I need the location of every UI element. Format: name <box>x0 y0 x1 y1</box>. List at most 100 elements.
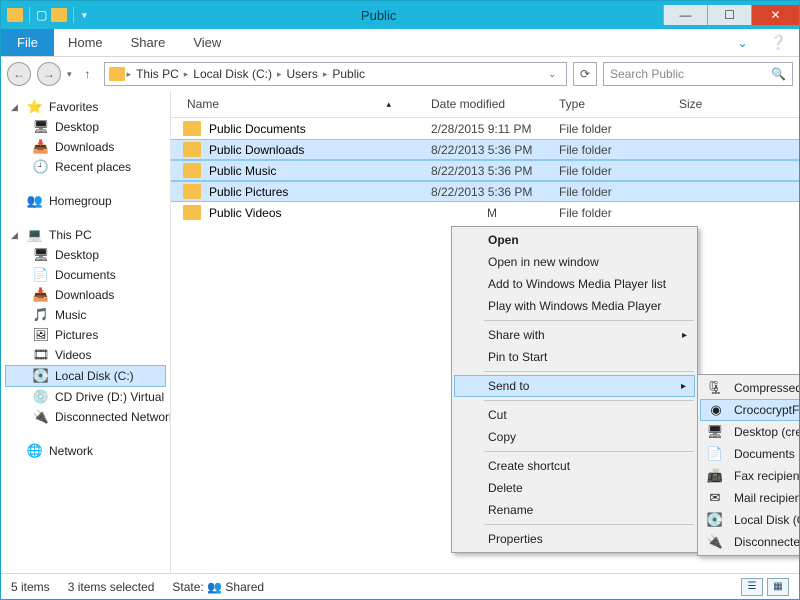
sendto-documents[interactable]: 📄Documents <box>700 443 799 465</box>
disk-icon: 💽 <box>706 511 724 529</box>
folder-icon <box>183 205 201 220</box>
menu-rename[interactable]: Rename <box>454 499 695 521</box>
sendto-disconnected[interactable]: 🔌Disconnected Network Drive (E:) <box>700 531 799 553</box>
file-list: Public Documents2/28/2015 9:11 PMFile fo… <box>171 118 799 573</box>
menu-send-to[interactable]: Send to▸ <box>454 375 695 397</box>
crumb-public[interactable]: Public <box>329 67 368 81</box>
sendto-mail[interactable]: ✉Mail recipient <box>700 487 799 509</box>
submenu-arrow-icon: ▸ <box>682 330 687 341</box>
sidebar-favorites[interactable]: ◢⭐Favorites <box>5 97 166 117</box>
sidebar-item-downloads[interactable]: 📥Downloads <box>5 285 166 305</box>
menu-share-with[interactable]: Share with▸ <box>454 324 695 346</box>
sidebar-homegroup[interactable]: 👥Homegroup <box>5 191 166 211</box>
sendto-fax[interactable]: 📠Fax recipient <box>700 465 799 487</box>
sidebar-network[interactable]: 🌐Network <box>5 441 166 461</box>
sidebar-item-downloads[interactable]: 📥Downloads <box>5 137 166 157</box>
menu-copy[interactable]: Copy <box>454 426 695 448</box>
sidebar-item-local-disk[interactable]: 💽Local Disk (C:) <box>5 365 166 387</box>
window-title: Public <box>94 8 663 23</box>
minimize-button[interactable]: — <box>663 5 707 25</box>
tab-home[interactable]: Home <box>54 29 117 56</box>
sidebar-item-recent[interactable]: 🕘Recent places <box>5 157 166 177</box>
up-button[interactable]: ↑ <box>78 64 98 84</box>
address-bar[interactable]: ▸ This PC ▸ Local Disk (C:) ▸ Users ▸ Pu… <box>104 62 567 86</box>
file-row[interactable]: Public Music8/22/2013 5:36 PMFile folder <box>171 160 799 181</box>
sendto-desktop[interactable]: 🖥Desktop (create shortcut) <box>700 421 799 443</box>
documents-icon: 📄 <box>33 267 49 283</box>
search-input[interactable]: Search Public 🔍 <box>603 62 793 86</box>
maximize-button[interactable]: ☐ <box>707 5 751 25</box>
chevron-right-icon[interactable]: ▸ <box>182 69 191 80</box>
sendto-zip[interactable]: 🗜Compressed (zipped) folder <box>700 377 799 399</box>
chevron-right-icon[interactable]: ▸ <box>321 69 330 80</box>
sidebar-item-music[interactable]: 🎵Music <box>5 305 166 325</box>
properties-icon[interactable]: ▢ <box>36 8 47 22</box>
sidebar-item-videos[interactable]: 🎞Videos <box>5 345 166 365</box>
column-name[interactable]: Name▴ <box>171 97 431 111</box>
menu-play-wmp[interactable]: Play with Windows Media Player <box>454 295 695 317</box>
folder-icon <box>109 67 125 81</box>
sidebar-item-documents[interactable]: 📄Documents <box>5 265 166 285</box>
sidebar-item-desktop[interactable]: 🖥Desktop <box>5 245 166 265</box>
videos-icon: 🎞 <box>33 347 49 363</box>
view-icons-button[interactable]: ▦ <box>767 578 789 596</box>
file-row[interactable]: Public VideosMFile folder <box>171 202 799 223</box>
sendto-crococrypt[interactable]: ◉CrococryptFile <box>700 399 799 421</box>
crococrypt-icon: ◉ <box>707 401 725 419</box>
separator <box>484 451 694 452</box>
help-icon[interactable]: ❔ <box>758 34 799 51</box>
file-row[interactable]: Public Pictures8/22/2013 5:36 PMFile fol… <box>171 181 799 202</box>
chevron-right-icon[interactable]: ▸ <box>125 69 134 80</box>
refresh-button[interactable]: ⟳ <box>573 62 597 86</box>
collapse-icon[interactable]: ◢ <box>11 102 21 113</box>
sidebar-item-cd-drive[interactable]: 💿CD Drive (D:) Virtual <box>5 387 166 407</box>
column-date[interactable]: Date modified <box>431 97 559 111</box>
menu-add-wmp[interactable]: Add to Windows Media Player list <box>454 273 695 295</box>
menu-delete[interactable]: Delete <box>454 477 695 499</box>
sidebar-item-disconnected[interactable]: 🔌Disconnected Network <box>5 407 166 427</box>
close-button[interactable]: ✕ <box>751 5 799 25</box>
navigation-bar: ← → ▾ ↑ ▸ This PC ▸ Local Disk (C:) ▸ Us… <box>1 57 799 91</box>
tab-share[interactable]: Share <box>117 29 180 56</box>
folder-icon[interactable] <box>7 8 23 22</box>
collapse-icon[interactable]: ◢ <box>11 230 21 241</box>
pictures-icon: 🖼 <box>33 327 49 343</box>
quick-access-toolbar: ▢ ▼ <box>1 7 94 23</box>
address-dropdown-icon[interactable]: ⌄ <box>542 69 562 80</box>
menu-open[interactable]: Open <box>454 229 695 251</box>
sidebar-item-pictures[interactable]: 🖼Pictures <box>5 325 166 345</box>
crumb-this-pc[interactable]: This PC <box>133 67 182 81</box>
history-dropdown-icon[interactable]: ▾ <box>67 69 72 80</box>
fax-icon: 📠 <box>706 467 724 485</box>
folder-icon <box>183 142 201 157</box>
sidebar-item-desktop[interactable]: 🖥Desktop <box>5 117 166 137</box>
file-row[interactable]: Public Downloads8/22/2013 5:36 PMFile fo… <box>171 139 799 160</box>
menu-pin-start[interactable]: Pin to Start <box>454 346 695 368</box>
homegroup-icon: 👥 <box>27 193 43 209</box>
tab-view[interactable]: View <box>179 29 235 56</box>
ribbon-expand-icon[interactable]: ⌄ <box>728 36 758 50</box>
sendto-local-disk[interactable]: 💽Local Disk (C:) <box>700 509 799 531</box>
documents-icon: 📄 <box>706 445 724 463</box>
desktop-icon: 🖥 <box>706 423 724 441</box>
tab-file[interactable]: File <box>1 29 54 56</box>
window-controls: — ☐ ✕ <box>663 5 799 25</box>
column-type[interactable]: Type <box>559 97 669 111</box>
view-details-button[interactable]: ☰ <box>741 578 763 596</box>
sendto-submenu: 🗜Compressed (zipped) folder ◉CrococryptF… <box>697 374 799 556</box>
menu-open-new-window[interactable]: Open in new window <box>454 251 695 273</box>
back-button[interactable]: ← <box>7 62 31 86</box>
forward-button[interactable]: → <box>37 62 61 86</box>
new-folder-icon[interactable] <box>51 8 67 22</box>
menu-create-shortcut[interactable]: Create shortcut <box>454 455 695 477</box>
menu-properties[interactable]: Properties <box>454 528 695 550</box>
file-row[interactable]: Public Documents2/28/2015 9:11 PMFile fo… <box>171 118 799 139</box>
sidebar-this-pc[interactable]: ◢💻This PC <box>5 225 166 245</box>
menu-cut[interactable]: Cut <box>454 404 695 426</box>
crumb-local-disk[interactable]: Local Disk (C:) <box>190 67 275 81</box>
crumb-users[interactable]: Users <box>284 67 321 81</box>
chevron-right-icon[interactable]: ▸ <box>275 69 284 80</box>
qat-dropdown-icon[interactable]: ▼ <box>80 11 88 20</box>
status-state: State: 👥 Shared <box>172 580 264 594</box>
column-size[interactable]: Size <box>669 97 799 111</box>
